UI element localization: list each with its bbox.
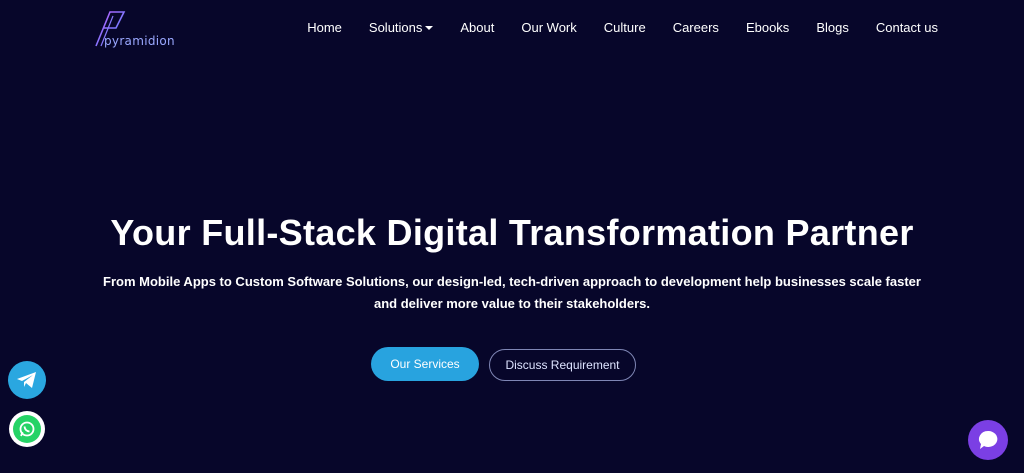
nav-our-work[interactable]: Our Work <box>521 20 576 35</box>
nav-careers[interactable]: Careers <box>673 20 719 35</box>
nav-home[interactable]: Home <box>307 20 342 35</box>
chat-widget-button[interactable] <box>968 420 1008 460</box>
main-nav: Home Solutions About Our Work Culture Ca… <box>307 20 938 35</box>
caret-down-icon <box>425 25 434 30</box>
hero-title: Your Full-Stack Digital Transformation P… <box>110 212 914 253</box>
nav-blogs[interactable]: Blogs <box>816 20 849 35</box>
nav-solutions[interactable]: Solutions <box>368 20 434 35</box>
discuss-requirement-button[interactable]: Discuss Requirement <box>489 349 636 381</box>
nav-culture[interactable]: Culture <box>604 20 646 35</box>
nav-about[interactable]: About <box>460 20 494 35</box>
hero-subtitle-line-2: and deliver more value to their stakehol… <box>374 296 650 311</box>
chat-icon <box>979 430 998 449</box>
nav-contact-us[interactable]: Contact us <box>876 20 938 35</box>
hero-subtitle-line-1: From Mobile Apps to Custom Software Solu… <box>103 274 921 289</box>
telegram-button[interactable] <box>8 361 46 399</box>
logo[interactable]: pyramidion <box>92 10 182 50</box>
our-services-button[interactable]: Our Services <box>371 347 479 381</box>
logo-text: pyramidion <box>104 34 175 48</box>
telegram-icon <box>17 372 36 388</box>
whatsapp-button[interactable] <box>9 411 45 447</box>
nav-ebooks[interactable]: Ebooks <box>746 20 789 35</box>
whatsapp-icon <box>19 421 35 437</box>
navbar: pyramidion Home Solutions About Our Work… <box>0 0 1024 62</box>
nav-solutions-label: Solutions <box>368 20 423 35</box>
whatsapp-badge <box>13 415 41 443</box>
hero-subtitle: From Mobile Apps to Custom Software Solu… <box>100 271 924 315</box>
